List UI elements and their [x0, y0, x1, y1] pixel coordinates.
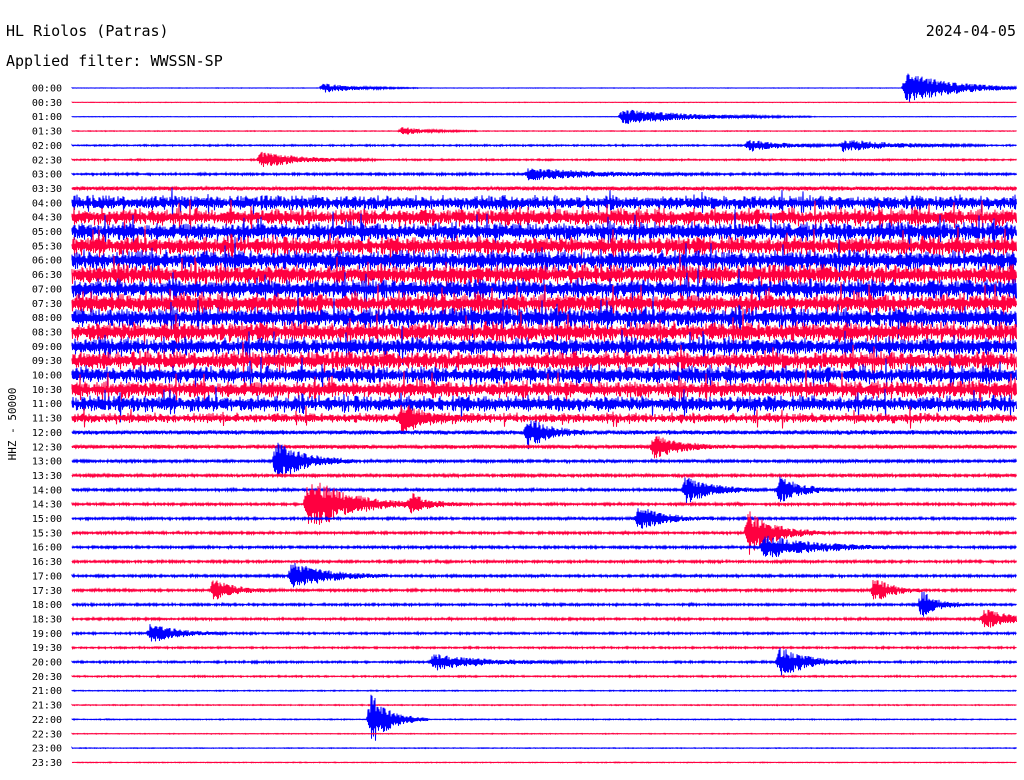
trace-line-0230	[71, 151, 1017, 168]
date-label: 2024-04-05	[926, 22, 1016, 40]
trace-line-1930	[71, 644, 1017, 651]
trace-line-1600	[71, 535, 1017, 558]
seismogram-chart: 00:00 00:30 01:00 01:30 02:00 02:30 03:00 03:30…	[6, 22, 1017, 769]
trace-line-0200	[71, 140, 1017, 153]
row-time-label: 10:00	[32, 371, 62, 382]
trace-line-0130	[71, 127, 1017, 135]
row-time-label: 08:00	[32, 313, 62, 324]
row-time-label: 16:00	[32, 543, 62, 554]
row-time-label: 04:00	[32, 198, 62, 209]
row-time-label: 11:00	[32, 399, 62, 410]
row-time-label: 02:30	[32, 155, 62, 166]
row-time-label: 00:30	[32, 98, 62, 109]
row-time-label: 07:00	[32, 284, 62, 295]
row-time-label: 07:30	[32, 299, 62, 310]
row-time-label: 13:00	[32, 457, 62, 468]
trace-line-0030	[71, 101, 1017, 104]
trace-line-2130	[71, 703, 1017, 707]
row-time-label: 10:30	[32, 385, 62, 396]
row-time-label: 06:00	[32, 256, 62, 267]
row-time-label: 11:30	[32, 414, 62, 425]
row-time-label: 08:30	[32, 327, 62, 338]
row-time-label: 23:00	[32, 744, 62, 755]
row-time-label: 05:30	[32, 241, 62, 252]
station-title: HL Riolos (Patras)	[6, 22, 169, 40]
row-time-label: 03:00	[32, 170, 62, 181]
row-time-label: 18:00	[32, 600, 62, 611]
row-time-label: 21:30	[32, 701, 62, 712]
trace-line-1500	[71, 508, 1017, 529]
trace-line-1830	[71, 609, 1017, 628]
row-time-label: 15:00	[32, 514, 62, 525]
row-time-label: 00:00	[32, 84, 62, 95]
row-time-label: 21:00	[32, 686, 62, 697]
row-time-label: 17:30	[32, 586, 62, 597]
row-time-label: 01:00	[32, 112, 62, 123]
row-time-label: 09:00	[32, 342, 62, 353]
trace-line-1900	[71, 624, 1017, 642]
trace-line-0000	[71, 73, 1017, 103]
filter-label: Applied filter: WWSSN-SP	[6, 52, 223, 70]
row-time-label: 20:30	[32, 672, 62, 683]
row-time-label: 13:30	[32, 471, 62, 482]
trace-line-2300	[71, 746, 1017, 750]
row-time-label: 17:00	[32, 571, 62, 582]
trace-line-0300	[71, 168, 1017, 181]
trace-line-0330	[71, 185, 1017, 192]
trace-line-2100	[71, 688, 1017, 693]
trace-line-0100	[71, 109, 1017, 124]
trace-group	[71, 73, 1017, 764]
row-time-label: 20:00	[32, 658, 62, 669]
trace-line-1230	[71, 436, 1017, 459]
row-time-label: 19:00	[32, 629, 62, 640]
row-time-label: 14:00	[32, 485, 62, 496]
row-time-label: 18:30	[32, 614, 62, 625]
trace-line-1630	[71, 558, 1017, 565]
row-time-label: 01:30	[32, 127, 62, 138]
row-time-label: 14:30	[32, 500, 62, 511]
row-time-label: 15:30	[32, 528, 62, 539]
row-time-label: 22:30	[32, 729, 62, 740]
y-axis-label: HHZ - 50000	[6, 388, 19, 461]
row-time-label: 19:30	[32, 643, 62, 654]
trace-line-1200	[71, 420, 1017, 450]
row-time-label: 02:00	[32, 141, 62, 152]
trace-line-1730	[71, 579, 1017, 600]
row-time-label: 06:30	[32, 270, 62, 281]
row-label-group: 00:00 00:30 01:00 01:30 02:00 02:30 03:00 03:30…	[32, 84, 62, 769]
trace-line-2330	[71, 761, 1017, 764]
trace-line-1330	[71, 472, 1017, 479]
trace-line-2030	[71, 674, 1017, 679]
trace-line-1400	[71, 476, 1017, 504]
row-time-label: 09:30	[32, 356, 62, 367]
trace-line-2000	[71, 647, 1017, 676]
row-time-label: 04:30	[32, 213, 62, 224]
trace-line-2230	[71, 732, 1017, 736]
row-time-label: 16:30	[32, 557, 62, 568]
row-time-label: 12:00	[32, 428, 62, 439]
row-time-label: 03:30	[32, 184, 62, 195]
row-time-label: 23:30	[32, 758, 62, 769]
row-time-label: 12:30	[32, 442, 62, 453]
row-time-label: 22:00	[32, 715, 62, 726]
row-time-label: 05:00	[32, 227, 62, 238]
